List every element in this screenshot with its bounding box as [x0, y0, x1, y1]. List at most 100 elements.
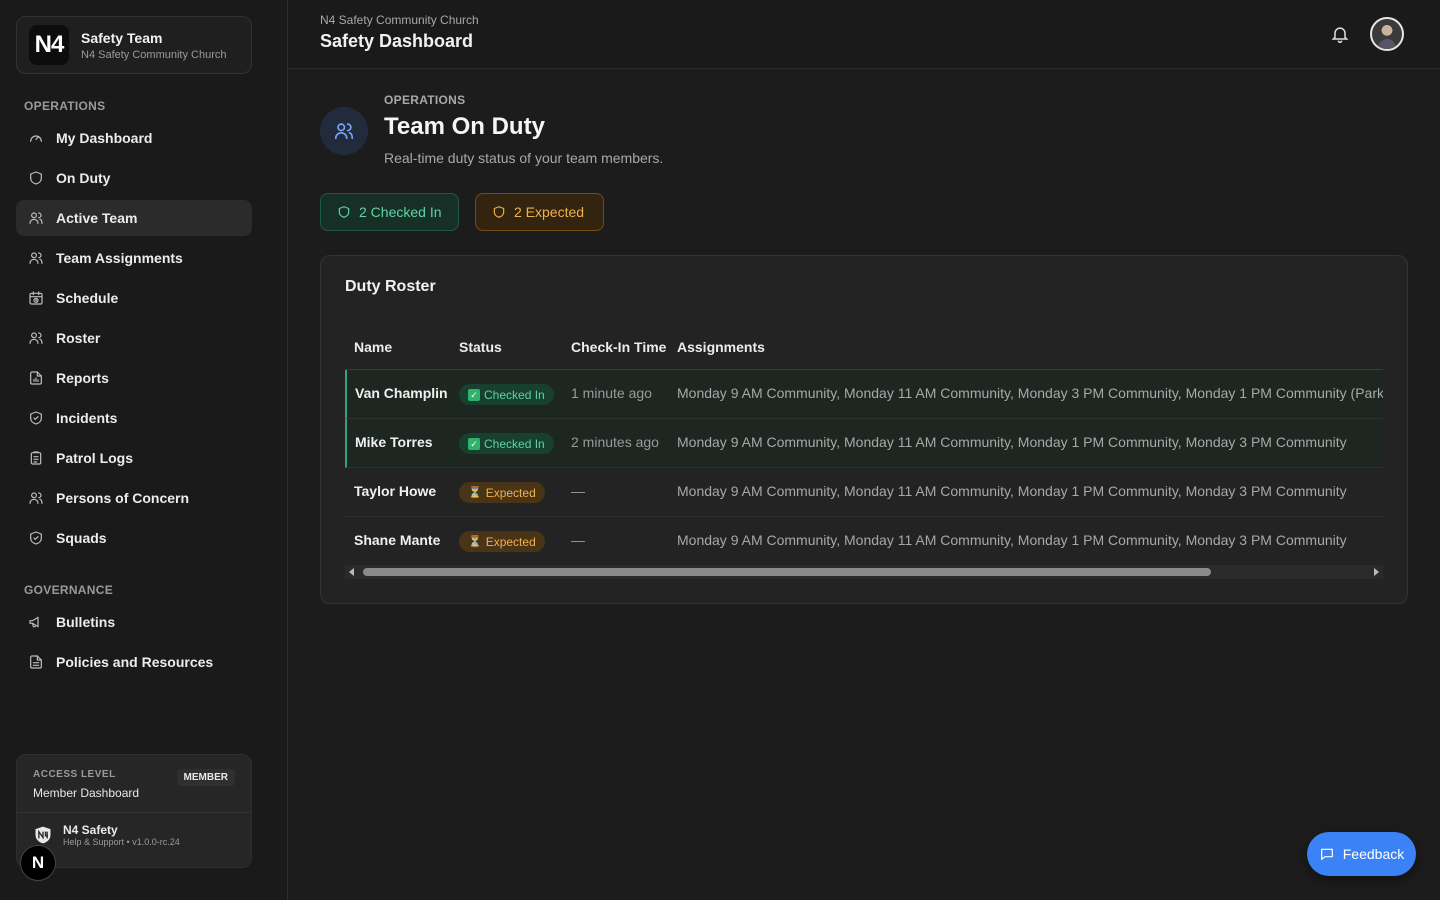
users-icon [29, 252, 43, 264]
sidebar-item-active-team[interactable]: Active Team [16, 200, 252, 236]
help-support-link[interactable]: N4 Safety Help & Support • v1.0.0-rc.24 [33, 823, 235, 847]
assignments: Monday 9 AM Community, Monday 11 AM Comm… [677, 532, 1347, 548]
page-eyebrow: OPERATIONS [384, 93, 466, 107]
status-badge: ⏳ Expected [459, 482, 545, 503]
member-name: Taylor Howe [354, 483, 437, 499]
sidebar-item-incidents[interactable]: Incidents [16, 400, 252, 436]
member-name: Van Champlin [355, 385, 448, 401]
governance-nav: Bulletins Policies and Resources [16, 604, 252, 684]
duty-roster-title: Duty Roster [345, 278, 436, 295]
governance-section-label: GOVERNANCE [24, 583, 114, 597]
status-badge: ✓ Checked In [459, 433, 554, 454]
sidebar-item-label: Schedule [56, 290, 119, 306]
scrollbar-thumb[interactable] [363, 568, 1211, 576]
sidebar-item-label: Policies and Resources [56, 654, 214, 670]
support-title: N4 Safety [63, 823, 118, 837]
assignments: Monday 9 AM Community, Monday 11 AM Comm… [677, 385, 1383, 401]
gauge-icon [30, 135, 42, 142]
sidebar-item-label: Squads [56, 530, 107, 546]
horizontal-scrollbar[interactable] [345, 565, 1383, 579]
sidebar-item-on-duty[interactable]: On Duty [16, 160, 252, 196]
table-row[interactable]: Van Champlin ✓ Checked In 1 minute ago Mo… [345, 370, 1383, 419]
check-icon: ✓ [468, 388, 480, 401]
sidebar-item-label: Reports [56, 370, 109, 386]
brand-title: Safety Team [81, 29, 163, 46]
users-icon [29, 212, 43, 224]
org-name: N4 Safety Community Church [320, 13, 479, 27]
feedback-label: Feedback [1342, 846, 1405, 862]
duty-roster-table: Name Status Check-In Time Assignments Va… [345, 322, 1383, 566]
member-name: Shane Mante [354, 532, 441, 548]
n4-safety-logo-icon [35, 826, 51, 844]
table-row[interactable]: Taylor Howe ⏳ Expected — Monday 9 AM Comm… [345, 468, 1383, 517]
check-in-time: — [571, 483, 585, 499]
notifications-button[interactable] [1328, 22, 1352, 46]
sidebar-item-label: My Dashboard [56, 130, 153, 146]
sidebar-item-label: Incidents [56, 410, 118, 426]
sidebar-item-squads[interactable]: Squads [16, 520, 252, 556]
checked-in-summary[interactable]: 2 Checked In [320, 193, 459, 231]
brand-card[interactable]: N4 Safety Team N4 Safety Community Churc… [16, 16, 252, 74]
sidebar-item-schedule[interactable]: Schedule [16, 280, 252, 316]
feedback-button[interactable]: Feedback [1307, 832, 1416, 876]
sidebar-item-roster[interactable]: Roster [16, 320, 252, 356]
access-level-badge: MEMBER [176, 769, 235, 786]
brand-subtitle: N4 Safety Community Church [81, 48, 227, 61]
column-header-assignments: Assignments [677, 339, 765, 355]
sidebar-item-bulletins[interactable]: Bulletins [16, 604, 252, 640]
user-avatar[interactable] [1370, 17, 1404, 51]
operations-nav: My Dashboard On Duty Active Team Team As… [16, 120, 252, 560]
users-icon [334, 123, 354, 140]
sidebar-item-policies-and-resources[interactable]: Policies and Resources [16, 644, 252, 680]
table-header: Name Status Check-In Time Assignments [345, 322, 1383, 370]
sidebar-item-label: On Duty [56, 170, 111, 186]
brand-logo: N4 [29, 25, 69, 65]
main-content: OPERATIONS Team On Duty Real-time duty s… [288, 69, 1440, 900]
column-header-check-in-time: Check-In Time [571, 339, 667, 355]
status-badge: ✓ Checked In [459, 384, 554, 405]
users-icon [29, 332, 43, 344]
shield-icon [30, 171, 42, 185]
sidebar-item-team-assignments[interactable]: Team Assignments [16, 240, 252, 276]
file-chart-icon [30, 371, 42, 385]
sidebar-item-label: Bulletins [56, 614, 116, 630]
table-row[interactable]: Mike Torres ✓ Checked In 2 minutes ago Mo… [345, 419, 1383, 468]
sidebar-item-persons-of-concern[interactable]: Persons of Concern [16, 480, 252, 516]
clipboard-icon [30, 451, 42, 465]
status-badge: ⏳ Expected [459, 531, 545, 552]
shield-icon [493, 206, 505, 218]
sidebar-item-label: Active Team [56, 210, 138, 226]
scroll-left-arrow-icon[interactable] [349, 568, 354, 576]
megaphone-icon [29, 616, 39, 628]
access-level-value: Member Dashboard [33, 786, 140, 800]
message-square-icon [1320, 848, 1333, 860]
check-icon: ✓ [468, 437, 480, 450]
bell-icon [1331, 27, 1349, 44]
expected-summary[interactable]: 2 Expected [475, 193, 604, 231]
sidebar-item-patrol-logs[interactable]: Patrol Logs [16, 440, 252, 476]
access-divider [17, 812, 251, 813]
dev-tools-badge[interactable]: N [20, 845, 56, 881]
shield-check-icon [30, 531, 42, 545]
scroll-right-arrow-icon[interactable] [1374, 568, 1379, 576]
sidebar-item-my-dashboard[interactable]: My Dashboard [16, 120, 252, 156]
app-title: Safety Dashboard [320, 31, 474, 51]
duty-roster-card: Duty Roster Name Status Check-In Time As… [320, 255, 1408, 604]
checked-in-count: 2 Checked In [359, 204, 442, 220]
page-description: Real-time duty status of your team membe… [384, 150, 664, 166]
check-in-time: — [571, 532, 585, 548]
column-header-status: Status [459, 339, 502, 355]
team-header-badge [320, 107, 368, 155]
file-text-icon [30, 655, 42, 669]
shield-alert-icon [30, 411, 42, 425]
support-subtitle: Help & Support • v1.0.0-rc.24 [63, 837, 180, 847]
sidebar-item-label: Team Assignments [56, 250, 183, 266]
operations-section-label: OPERATIONS [24, 99, 106, 113]
hourglass-icon: ⏳ [468, 487, 482, 499]
sidebar-item-reports[interactable]: Reports [16, 360, 252, 396]
column-header-name: Name [354, 339, 393, 355]
sidebar-item-label: Patrol Logs [56, 450, 134, 466]
sidebar-item-label: Persons of Concern [56, 490, 190, 506]
assignments: Monday 9 AM Community, Monday 11 AM Comm… [677, 483, 1347, 499]
table-row[interactable]: Shane Mante ⏳ Expected — Monday 9 AM Comm… [345, 517, 1383, 566]
